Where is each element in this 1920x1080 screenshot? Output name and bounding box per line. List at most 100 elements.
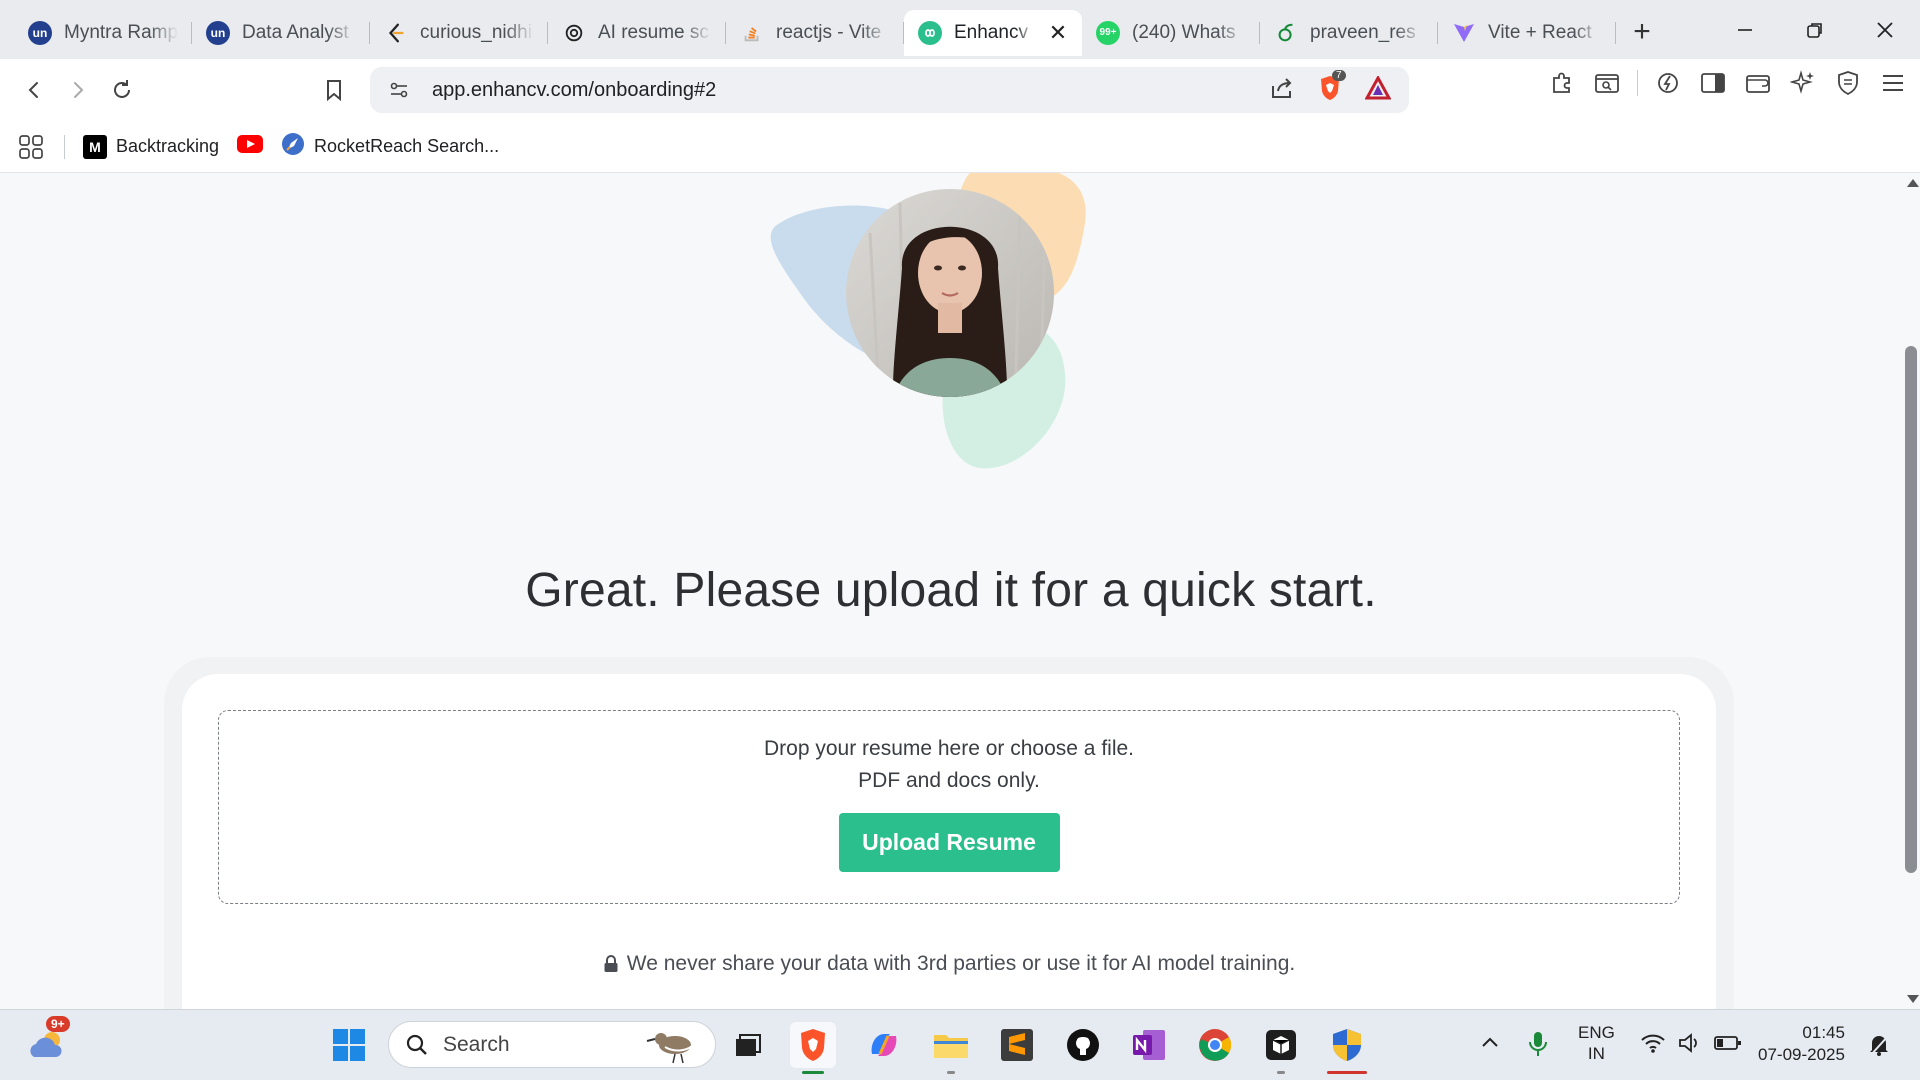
task-view-icon (736, 1034, 761, 1056)
copilot-icon (871, 1034, 897, 1056)
vpn-shield-icon[interactable] (1833, 68, 1863, 98)
tab-whatsapp[interactable]: 99+ (240) Whats (1082, 10, 1260, 56)
task-view-button[interactable] (725, 1022, 771, 1068)
rocketreach-icon (281, 132, 305, 161)
bookmark-icon[interactable] (312, 68, 356, 112)
taskbar-app-box[interactable] (1258, 1022, 1304, 1074)
whatsapp-icon: 99+ (1096, 20, 1120, 45)
leetcode-icon (384, 21, 408, 45)
tab-leetcode[interactable]: curious_nidhi (370, 10, 548, 56)
close-window-button[interactable] (1850, 0, 1920, 59)
overleaf-icon (1274, 21, 1298, 45)
lock-icon (604, 955, 618, 972)
tab-myntra[interactable]: un Myntra Ramp (14, 10, 192, 56)
quick-settings[interactable] (1640, 1032, 1742, 1054)
running-app-indicator (1277, 1071, 1285, 1074)
start-button[interactable] (326, 1022, 372, 1068)
show-hidden-icons-button[interactable] (1480, 1034, 1500, 1054)
tab-title: reactjs - Vite (776, 21, 882, 43)
speedreader-icon[interactable] (1653, 68, 1683, 98)
taskbar-brave[interactable] (790, 1022, 836, 1074)
stackoverflow-icon (740, 21, 764, 45)
unstop-icon: un (28, 20, 52, 45)
tab-overleaf[interactable]: praveen_res (1260, 10, 1438, 56)
address-bar[interactable]: app.enhancv.com/onboarding#2 7 (370, 67, 1409, 113)
tab-chatgpt[interactable]: AI resume sc (548, 10, 726, 56)
active-app-indicator (1327, 1071, 1367, 1074)
taskbar-copilot[interactable] (861, 1022, 907, 1068)
forward-button[interactable] (56, 68, 100, 112)
security-shield-icon (1333, 1029, 1361, 1061)
close-tab-icon[interactable]: ✕ (1048, 20, 1068, 46)
taskbar-github[interactable] (1060, 1022, 1106, 1068)
scroll-up-arrow-icon[interactable] (1907, 179, 1919, 187)
language-switcher[interactable]: ENG IN (1578, 1022, 1615, 1064)
wallet-icon[interactable] (1743, 68, 1773, 98)
enhancv-icon (918, 20, 942, 45)
sublime-text-icon (1001, 1029, 1033, 1061)
bookmarks-bar: M Backtracking RocketReach Search... (0, 121, 1920, 173)
bookmark-youtube[interactable] (237, 135, 264, 158)
bird-illustration-icon (646, 1033, 696, 1064)
unstop-icon: un (206, 20, 230, 45)
leo-ai-icon[interactable] (1788, 68, 1818, 98)
back-button[interactable] (12, 68, 56, 112)
volume-icon (1679, 1033, 1697, 1053)
upload-resume-button[interactable]: Upload Resume (838, 813, 1060, 872)
wifi-icon (1641, 1034, 1665, 1053)
taskbar-chrome[interactable] (1192, 1022, 1238, 1068)
privacy-text: We never share your data with 3rd partie… (626, 952, 1296, 975)
privacy-note: We never share your data with 3rd partie… (182, 952, 1716, 976)
brave-shields-icon[interactable]: 7 (1315, 70, 1346, 103)
tab-title: Enhancv (954, 21, 1028, 43)
brave-rewards-icon[interactable] (1363, 73, 1393, 103)
url-text[interactable]: app.enhancv.com/onboarding#2 (432, 79, 716, 102)
restore-button[interactable] (1780, 0, 1850, 59)
bookmark-backtracking[interactable]: M Backtracking (83, 134, 219, 159)
site-settings-icon[interactable] (384, 75, 414, 105)
taskbar-file-explorer[interactable] (928, 1022, 974, 1074)
brave-browser-icon (801, 1029, 825, 1061)
tab-vite[interactable]: Vite + React (1438, 10, 1616, 56)
reload-button[interactable] (100, 68, 144, 112)
menu-icon[interactable] (1878, 68, 1908, 98)
openai-icon (562, 21, 586, 45)
profile-illustration (770, 173, 1086, 469)
language-code: ENG (1578, 1023, 1615, 1042)
battery-icon (1714, 1036, 1741, 1050)
weather-cloud-icon (30, 1032, 62, 1057)
apps-grid-icon[interactable] (16, 132, 46, 162)
search-icon (406, 1034, 427, 1055)
clock[interactable]: 01:45 07-09-2025 (1758, 1022, 1845, 1066)
tab-strip: un Myntra Ramp un Data Analyst curious_n… (0, 0, 1920, 59)
upload-card: Drop your resume here or choose a file. … (182, 674, 1716, 1009)
tab-data-analyst[interactable]: un Data Analyst (192, 10, 370, 56)
taskbar-sublime[interactable] (994, 1022, 1040, 1068)
tab-stackoverflow[interactable]: reactjs - Vite (726, 10, 904, 56)
window-controls (1710, 0, 1920, 59)
resume-dropzone[interactable]: Drop your resume here or choose a file. … (218, 710, 1680, 904)
page-scrollbar[interactable] (1902, 173, 1920, 1009)
microphone-status[interactable] (1528, 1030, 1548, 1063)
scroll-down-arrow-icon[interactable] (1907, 995, 1919, 1003)
tab-title: Data Analyst (242, 21, 349, 43)
browser-toolbar: app.enhancv.com/onboarding#2 7 (0, 59, 1920, 121)
bookmark-rocketreach[interactable]: RocketReach Search... (281, 132, 499, 161)
taskbar-onenote[interactable] (1126, 1022, 1172, 1068)
github-icon (1067, 1029, 1099, 1061)
notifications-button[interactable] (1866, 1032, 1892, 1063)
onenote-icon (1133, 1030, 1165, 1060)
toolbar-divider (1637, 70, 1638, 96)
sidebar-toggle-icon[interactable] (1698, 68, 1728, 98)
tab-enhancv[interactable]: Enhancv ✕ (904, 9, 1082, 56)
extensions-icon[interactable] (1547, 68, 1577, 98)
reader-mode-icon[interactable] (1592, 68, 1622, 98)
notification-bell-icon (1869, 1035, 1889, 1057)
scrollbar-thumb[interactable] (1905, 346, 1917, 873)
minimize-button[interactable] (1710, 0, 1780, 59)
taskbar-security[interactable] (1324, 1022, 1370, 1074)
share-icon[interactable] (1267, 73, 1297, 103)
weather-widget[interactable]: 9+ (24, 1016, 70, 1068)
new-tab-button[interactable]: + (1622, 12, 1662, 52)
taskbar-search[interactable]: Search (388, 1021, 716, 1068)
